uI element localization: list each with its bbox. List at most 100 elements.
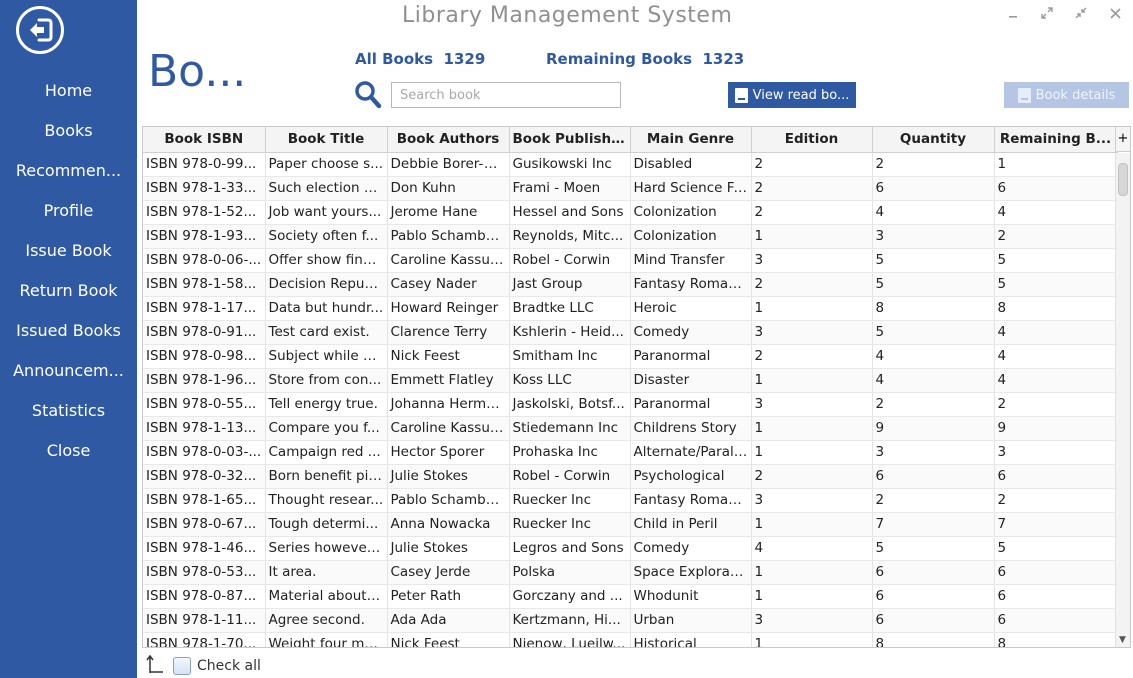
cell-genre: Urban xyxy=(630,608,752,633)
cell-publisher: Robel - Corwin xyxy=(509,248,631,273)
sidebar-item-books[interactable]: Books xyxy=(0,110,137,150)
column-header-quantity[interactable]: Quantity xyxy=(872,127,995,153)
table-row[interactable]: ISBN 978-1-13... Compare you f... Caroline… xyxy=(143,416,1118,441)
cell-title: It area. xyxy=(265,560,388,585)
column-header-publisher[interactable]: Book Publisher xyxy=(509,127,631,153)
cell-publisher: Bradtke LLC xyxy=(509,296,631,321)
sidebar-item-home[interactable]: Home xyxy=(0,70,137,110)
add-column-button[interactable]: + xyxy=(1115,127,1130,152)
table-row[interactable]: ISBN 978-0-32... Born benefit pick. Julie … xyxy=(143,464,1118,489)
table-row[interactable]: ISBN 978-0-67... Tough determi... Anna Now… xyxy=(143,512,1118,537)
table-row[interactable]: ISBN 978-0-06-... Offer show fina... Carol… xyxy=(143,248,1118,273)
cell-publisher: Prohaska Inc xyxy=(509,440,631,465)
table-row[interactable]: ISBN 978-1-70... Weight four mo... Nick Fe… xyxy=(143,632,1118,647)
cell-publisher: Jast Group xyxy=(509,272,631,297)
minimize-button[interactable] xyxy=(1001,4,1025,22)
cell-title: Offer show fina... xyxy=(265,248,388,273)
cell-publisher: Hessel and Sons xyxy=(509,200,631,225)
table-row[interactable]: ISBN 978-1-33... Such election c... Don Ku… xyxy=(143,176,1118,201)
cell-quantity: 5 xyxy=(872,248,995,273)
cell-isbn: ISBN 978-1-13... xyxy=(143,416,266,441)
search-input[interactable] xyxy=(391,82,621,108)
book-details-button[interactable]: Book details xyxy=(1004,82,1129,108)
table-row[interactable]: ISBN 978-1-93... Society often f... Pablo … xyxy=(143,224,1118,249)
cell-edition: 2 xyxy=(751,200,873,225)
cell-authors: Casey Jerde xyxy=(387,560,510,585)
sidebar-item-issue-book[interactable]: Issue Book xyxy=(0,230,137,270)
table-row[interactable]: ISBN 978-0-98... Subject while b... Nick F… xyxy=(143,344,1118,369)
table-row[interactable]: ISBN 978-1-58... Decision Repub... Casey N… xyxy=(143,272,1118,297)
table-row[interactable]: ISBN 978-1-65... Thought resear... Pablo S… xyxy=(143,488,1118,513)
cell-remaining: 4 xyxy=(994,368,1118,393)
logout-icon xyxy=(30,18,53,42)
table-row[interactable]: ISBN 978-0-03-... Campaign red ... Hector … xyxy=(143,440,1118,465)
table-row[interactable]: ISBN 978-1-17... Data but hundr... Howard … xyxy=(143,296,1118,321)
restore-button[interactable] xyxy=(1069,4,1093,22)
minimize-icon xyxy=(1009,16,1017,18)
cell-isbn: ISBN 978-1-11... xyxy=(143,608,266,633)
cell-genre: Fantasy Roman... xyxy=(630,272,752,297)
cell-remaining: 1 xyxy=(994,152,1118,177)
search-icon[interactable] xyxy=(354,80,382,110)
cell-title: Such election c... xyxy=(265,176,388,201)
table-row[interactable]: ISBN 978-0-87... Material about ... Peter … xyxy=(143,584,1118,609)
vertical-scrollbar[interactable]: ▼ xyxy=(1115,153,1130,647)
sidebar-item-announcements[interactable]: Announcem... xyxy=(0,350,137,390)
cell-edition: 4 xyxy=(751,536,873,561)
cell-edition: 2 xyxy=(751,176,873,201)
check-all-checkbox[interactable] xyxy=(173,657,191,675)
sidebar-item-issued-books[interactable]: Issued Books xyxy=(0,310,137,350)
cell-authors: Peter Rath xyxy=(387,584,510,609)
cell-quantity: 6 xyxy=(872,584,995,609)
sidebar-item-statistics[interactable]: Statistics xyxy=(0,390,137,430)
table-row[interactable]: ISBN 978-1-52... Job want yours... Jerome … xyxy=(143,200,1118,225)
cell-publisher: Robel - Corwin xyxy=(509,464,631,489)
table-row[interactable]: ISBN 978-0-55... Tell energy true. Johanna… xyxy=(143,392,1118,417)
cell-authors: Emmett Flatley xyxy=(387,368,510,393)
table-row[interactable]: ISBN 978-1-46... Series however... Julie S… xyxy=(143,536,1118,561)
cell-quantity: 2 xyxy=(872,488,995,513)
close-window-button[interactable] xyxy=(1103,4,1127,22)
table-row[interactable]: ISBN 978-1-96... Store from con... Emmett … xyxy=(143,368,1118,393)
cell-authors: Casey Nader xyxy=(387,272,510,297)
column-header-isbn[interactable]: Book ISBN xyxy=(143,127,266,153)
column-header-edition[interactable]: Edition xyxy=(751,127,873,153)
sidebar-item-close[interactable]: Close xyxy=(0,430,137,470)
cell-quantity: 5 xyxy=(872,536,995,561)
table-row[interactable]: ISBN 978-0-99... Paper choose s... Debbie … xyxy=(143,152,1118,177)
cell-genre: Comedy xyxy=(630,320,752,345)
cell-authors: Caroline Kassulke xyxy=(387,416,510,441)
all-books-count: 1329 xyxy=(443,50,486,68)
cell-remaining: 9 xyxy=(994,416,1118,441)
cell-isbn: ISBN 978-0-91... xyxy=(143,320,266,345)
cell-isbn: ISBN 978-1-33... xyxy=(143,176,266,201)
maximize-button[interactable] xyxy=(1035,4,1059,22)
column-header-authors[interactable]: Book Authors xyxy=(387,127,510,153)
cell-remaining: 8 xyxy=(994,632,1118,647)
logout-button[interactable] xyxy=(16,6,64,54)
cell-title: Agree second. xyxy=(265,608,388,633)
cell-quantity: 3 xyxy=(872,224,995,249)
cell-genre: Mind Transfer xyxy=(630,248,752,273)
scroll-down-arrow-icon[interactable]: ▼ xyxy=(1119,635,1126,645)
sidebar-item-recommendations[interactable]: Recommen... xyxy=(0,150,137,190)
cell-publisher: Frami - Moen xyxy=(509,176,631,201)
view-read-books-button[interactable]: View read bo... xyxy=(728,82,856,108)
sidebar-item-return-book[interactable]: Return Book xyxy=(0,270,137,310)
book-details-label: Book details xyxy=(1035,87,1116,103)
corner-up-arrow-icon[interactable] xyxy=(146,654,164,674)
cell-edition: 1 xyxy=(751,632,873,647)
cell-genre: Colonization xyxy=(630,224,752,249)
table-row[interactable]: ISBN 978-1-11... Agree second. Ada Ada Kert… xyxy=(143,608,1118,633)
table-row[interactable]: ISBN 978-0-91... Test card exist. Clarence… xyxy=(143,320,1118,345)
cell-quantity: 9 xyxy=(872,416,995,441)
column-header-genre[interactable]: Main Genre xyxy=(630,127,752,153)
cell-publisher: Gorczany and ... xyxy=(509,584,631,609)
column-header-remaining[interactable]: Remaining B... xyxy=(994,127,1118,153)
scrollbar-thumb[interactable] xyxy=(1118,163,1128,196)
sidebar: Home Books Recommen... Profile Issue Boo… xyxy=(0,0,137,678)
sidebar-item-profile[interactable]: Profile xyxy=(0,190,137,230)
table-row[interactable]: ISBN 978-0-53... It area. Casey Jerde Polsk… xyxy=(143,560,1118,585)
column-header-title[interactable]: Book Title xyxy=(265,127,388,153)
cell-isbn: ISBN 978-0-53... xyxy=(143,560,266,585)
